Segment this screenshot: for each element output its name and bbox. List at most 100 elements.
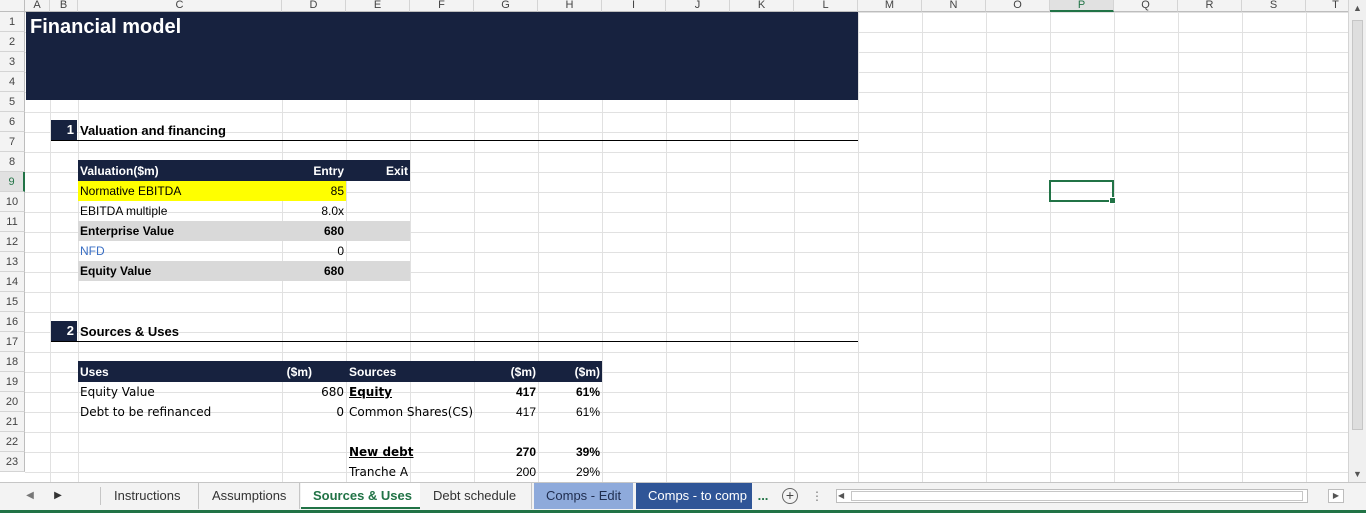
- sheet-tab-bar: ◀ ▶ Instructions Assumptions Sources & U…: [0, 482, 1366, 513]
- row-header[interactable]: 21: [0, 412, 25, 432]
- uses-row-value[interactable]: 680: [282, 382, 344, 402]
- uses-header: Uses: [80, 365, 109, 379]
- valuation-row-label: NFD: [80, 244, 105, 258]
- column-header[interactable]: G: [474, 0, 538, 12]
- row-header[interactable]: 20: [0, 392, 25, 412]
- tab-comps-to-comp[interactable]: Comps - to comp: [636, 483, 752, 509]
- row-header[interactable]: 2: [0, 32, 25, 52]
- more-options-icon[interactable]: ⋮: [810, 483, 824, 509]
- column-header[interactable]: K: [730, 0, 794, 12]
- section1-number: 1: [51, 120, 77, 140]
- tab-instructions[interactable]: Instructions: [102, 483, 199, 509]
- column-header[interactable]: J: [666, 0, 730, 12]
- row-header[interactable]: 15: [0, 292, 25, 312]
- sources-row-value[interactable]: 200: [474, 462, 536, 482]
- column-header[interactable]: S: [1242, 0, 1306, 12]
- valuation-header-entry: Entry: [313, 164, 344, 178]
- column-header[interactable]: P: [1050, 0, 1114, 12]
- row-header[interactable]: 19: [0, 372, 25, 392]
- selected-cell[interactable]: [1049, 180, 1116, 204]
- scroll-up-icon[interactable]: ▲: [1349, 0, 1366, 16]
- grid-column-line: [1306, 12, 1307, 482]
- row-header[interactable]: 14: [0, 272, 25, 292]
- row-header[interactable]: 8: [0, 152, 25, 172]
- row-header[interactable]: 10: [0, 192, 25, 212]
- row-header[interactable]: 1: [0, 12, 25, 32]
- column-header[interactable]: A: [25, 0, 50, 12]
- row-header[interactable]: 13: [0, 252, 25, 272]
- column-header[interactable]: R: [1178, 0, 1242, 12]
- column-header[interactable]: Q: [1114, 0, 1178, 12]
- sources-row-label: Equity: [349, 385, 393, 399]
- grid-column-line: [922, 12, 923, 482]
- valuation-row-entry[interactable]: 8.0x: [282, 201, 344, 221]
- tab-debt-schedule[interactable]: Debt schedule: [421, 483, 532, 509]
- row-header[interactable]: 16: [0, 312, 25, 332]
- row-header[interactable]: 22: [0, 432, 25, 452]
- column-header[interactable]: B: [50, 0, 78, 12]
- sources-row-pct[interactable]: 61%: [538, 382, 600, 402]
- tab-sources-uses[interactable]: Sources & Uses: [301, 483, 420, 509]
- sources-row-pct[interactable]: 61%: [538, 402, 600, 422]
- column-header[interactable]: T: [1306, 0, 1348, 12]
- section2-number: 2: [51, 321, 77, 341]
- add-sheet-icon[interactable]: +: [782, 488, 798, 504]
- pct-unit-header: ($m): [574, 365, 600, 379]
- row-header[interactable]: 9: [0, 172, 25, 192]
- grid-column-line: [1050, 12, 1051, 482]
- row-header[interactable]: 12: [0, 232, 25, 252]
- valuation-row-entry[interactable]: 680: [282, 221, 344, 241]
- column-header[interactable]: N: [922, 0, 986, 12]
- row-header[interactable]: 23: [0, 452, 25, 472]
- valuation-row-entry[interactable]: 85: [282, 181, 344, 201]
- column-header[interactable]: H: [538, 0, 602, 12]
- sources-row-pct[interactable]: 39%: [538, 442, 600, 462]
- page-title: Financial model: [30, 16, 182, 38]
- scroll-left-icon[interactable]: ◀: [838, 490, 844, 502]
- sources-row-value[interactable]: 270: [474, 442, 536, 462]
- vertical-scroll-thumb[interactable]: [1352, 20, 1363, 430]
- row-header[interactable]: 7: [0, 132, 25, 152]
- tab-prev-icon[interactable]: ◀: [20, 483, 40, 509]
- row-header[interactable]: 18: [0, 352, 25, 372]
- column-header[interactable]: E: [346, 0, 410, 12]
- uses-row-label: Equity Value: [80, 385, 155, 399]
- scroll-down-icon[interactable]: ▼: [1349, 466, 1366, 482]
- column-header[interactable]: L: [794, 0, 858, 12]
- row-header[interactable]: 17: [0, 332, 25, 352]
- valuation-row-label: Enterprise Value: [80, 224, 175, 238]
- valuation-row-entry[interactable]: 680: [282, 261, 344, 281]
- tab-assumptions[interactable]: Assumptions: [200, 483, 300, 509]
- column-header[interactable]: C: [78, 0, 282, 12]
- column-header[interactable]: O: [986, 0, 1050, 12]
- row-header[interactable]: 4: [0, 72, 25, 92]
- sources-row-pct[interactable]: 29%: [538, 462, 600, 482]
- row-header[interactable]: 11: [0, 212, 25, 232]
- horizontal-scroll-thumb[interactable]: [851, 491, 1303, 501]
- valuation-row-label: EBITDA multiple: [80, 204, 168, 218]
- valuation-row-label: Normative EBITDA: [80, 184, 182, 198]
- scroll-right-icon[interactable]: ▶: [1328, 489, 1344, 503]
- row-header[interactable]: 3: [0, 52, 25, 72]
- grid-column-line: [1178, 12, 1179, 482]
- column-header[interactable]: D: [282, 0, 346, 12]
- vertical-scrollbar[interactable]: ▲ ▼: [1348, 0, 1366, 482]
- row-header[interactable]: 5: [0, 92, 25, 112]
- column-header[interactable]: M: [858, 0, 922, 12]
- valuation-row-entry[interactable]: 0: [282, 241, 344, 261]
- uses-row-value[interactable]: 0: [282, 402, 344, 422]
- sources-row-value[interactable]: 417: [474, 382, 536, 402]
- sources-row-value[interactable]: 417: [474, 402, 536, 422]
- select-all-corner[interactable]: [0, 0, 25, 12]
- tab-comps-edit[interactable]: Comps - Edit: [534, 483, 633, 509]
- valuation-header-label: Valuation($m): [80, 164, 159, 178]
- tab-overflow-more[interactable]: ...: [754, 483, 772, 509]
- section1-title: Valuation and financing: [80, 123, 226, 138]
- row-header[interactable]: 6: [0, 112, 25, 132]
- spreadsheet-grid-area[interactable]: ABCDEFGHIJKLMNOPQRST 1 2 3 4 5 6 7 8 9 10 11 12 13 14…: [0, 0, 1348, 482]
- horizontal-scrollbar[interactable]: ◀: [836, 489, 1308, 503]
- column-header[interactable]: F: [410, 0, 474, 12]
- tab-next-icon[interactable]: ▶: [48, 483, 68, 509]
- section1-underline: [51, 140, 858, 141]
- column-header[interactable]: I: [602, 0, 666, 12]
